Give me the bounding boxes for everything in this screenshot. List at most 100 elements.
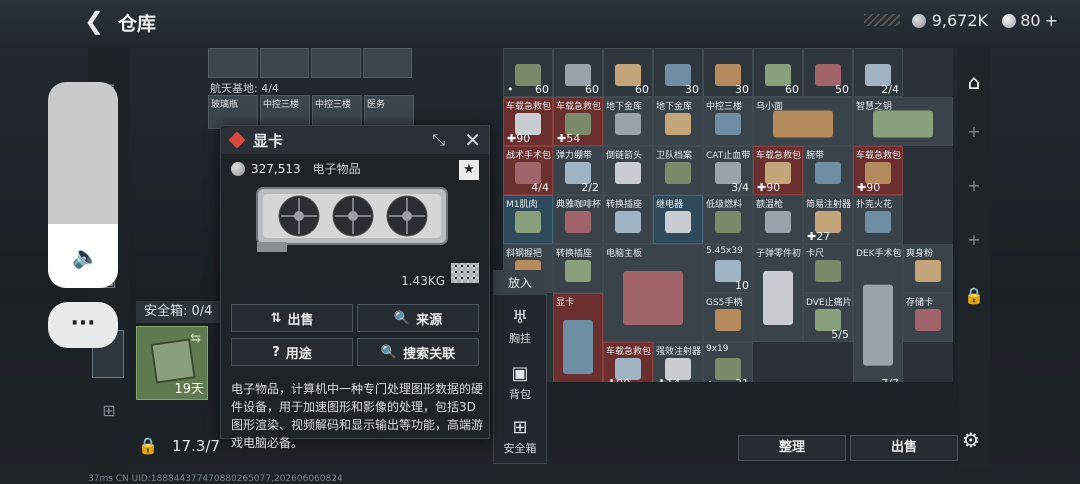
capacity-bar: 🔒 17.3/7	[130, 428, 220, 464]
inventory-item[interactable]: 倒链箭头	[603, 146, 653, 195]
inventory-item[interactable]: 扑克火花	[853, 195, 903, 244]
item-name: DVE止痛片	[806, 298, 852, 308]
volume-slider[interactable]: 🔈	[48, 82, 118, 288]
gem-display[interactable]: 80 +	[1002, 11, 1058, 30]
inventory-item[interactable]: 50	[803, 48, 853, 97]
inventory-item[interactable]: 简易注射器 ✚27	[803, 195, 853, 244]
inventory-item[interactable]: 60	[753, 48, 803, 97]
inventory-item[interactable]: 中控三楼	[703, 97, 753, 146]
item-icon	[665, 112, 691, 135]
question-icon: ?	[272, 344, 280, 360]
inventory-item[interactable]: 60	[603, 48, 653, 97]
inventory-item[interactable]: 智慧之钥	[853, 97, 953, 146]
inventory-item[interactable]: 额温枪	[753, 195, 803, 244]
item-count: 3/4	[731, 181, 749, 194]
inventory-item[interactable]: GS5手柄	[703, 293, 753, 342]
item-icon	[615, 161, 641, 184]
close-icon[interactable]: ✕	[464, 128, 481, 152]
item-name: 卫队档案	[656, 151, 693, 161]
inventory-item[interactable]: 弹力绷带 2/2	[553, 146, 603, 195]
storage-slot[interactable]: 中控三楼	[312, 95, 362, 129]
storage-slot[interactable]	[259, 48, 309, 78]
item-icon	[665, 161, 691, 184]
toolbox-icon[interactable]: ⊞	[98, 400, 120, 422]
inventory-item[interactable]: 战术手术包 4/4	[503, 146, 553, 195]
storage-slot[interactable]	[208, 48, 258, 78]
inventory-item[interactable]: 子弹零件初	[753, 244, 803, 342]
sell-item-button[interactable]: ⇅ 出售	[231, 304, 353, 332]
item-icon	[715, 308, 741, 331]
inventory-item[interactable]: 2/4	[853, 48, 903, 97]
inventory-item[interactable]: 60	[553, 48, 603, 97]
item-durability: •	[707, 377, 714, 382]
sell-button[interactable]: 出售	[850, 435, 958, 461]
source-button[interactable]: 🔍 来源	[357, 304, 479, 332]
inventory-item[interactable]: 车载急救包 ✚90	[503, 97, 553, 146]
safebox-target[interactable]: ⊞ 安全箱	[494, 417, 546, 456]
inventory-item[interactable]: 强效注射器 ✚14	[653, 342, 703, 382]
storage-slot[interactable]	[311, 48, 361, 78]
chest-rig-target[interactable]: ♅ 胸挂	[494, 307, 546, 346]
storage-slot[interactable]: 医务	[364, 95, 414, 129]
inventory-item[interactable]: 9x19 31 •	[703, 342, 753, 382]
inventory-item[interactable]: M1肌肉	[503, 195, 553, 244]
gem-plus-icon[interactable]: +	[1045, 11, 1058, 30]
storage-slot[interactable]: 玻璃瓶	[208, 95, 258, 129]
item-name: 腕带	[806, 151, 825, 161]
inventory-item[interactable]: 转换插座	[603, 195, 653, 244]
storage-slot[interactable]: 中控三楼	[260, 95, 310, 129]
inventory-item[interactable]: 5.45x39 10	[703, 244, 753, 293]
inventory-item[interactable]: 车载急救包 ✚90	[603, 342, 653, 382]
item-durability: ✚14	[657, 377, 680, 382]
inventory-item[interactable]: 车载急救包 ✚54	[553, 97, 603, 146]
inventory-item[interactable]: DVE止痛片 5/5	[803, 293, 853, 342]
inventory-item[interactable]: 60 •	[503, 48, 553, 97]
inventory-item[interactable]: 乌小面	[753, 97, 853, 146]
inventory-item[interactable]: 存储卡	[903, 293, 953, 342]
inventory-item[interactable]: DEK手术包 7/7	[853, 244, 903, 382]
item-chip-icon	[150, 338, 196, 384]
inventory-item[interactable]: 卡尺	[803, 244, 853, 293]
inventory-item[interactable]: 地下金库	[603, 97, 653, 146]
item-count: 7/7	[881, 377, 899, 382]
inventory-item[interactable]: 典雅咖啡杯	[553, 195, 603, 244]
inventory-item[interactable]: 爽身粉	[903, 244, 953, 293]
collapse-icon[interactable]: ⤡	[432, 130, 445, 150]
inventory-item[interactable]: 腕带	[803, 146, 853, 195]
search-related-button[interactable]: 🔍 搜索关联	[357, 338, 479, 366]
usage-button[interactable]: ? 用途	[231, 338, 353, 366]
inventory-item[interactable]: 30	[653, 48, 703, 97]
inventory-item[interactable]: 卫队档案	[653, 146, 703, 195]
inventory-item[interactable]: 地下金库	[653, 97, 703, 146]
add-tab-icon[interactable]: +	[964, 176, 984, 195]
warehouse-icon[interactable]: ⌂	[964, 70, 984, 94]
inventory-item[interactable]: 低级燃料	[703, 195, 753, 244]
inventory-item[interactable]: 30	[703, 48, 753, 97]
item-name: 倒链箭头	[606, 151, 643, 161]
item-count: 60	[785, 83, 799, 96]
sort-button[interactable]: 整理	[738, 435, 846, 461]
inventory-item[interactable]: 继电器	[653, 195, 703, 244]
storage-slot[interactable]	[362, 48, 412, 78]
popup-actions: ⇅ 出售 🔍 来源 ? 用途 🔍 搜索关联	[231, 304, 479, 366]
inventory-item[interactable]: 电脑主板	[603, 244, 703, 342]
status-line: 37ms CN UID:188844377470880265077,202606…	[88, 474, 343, 484]
popup-title: 显卡	[253, 131, 284, 150]
back-arrow-icon[interactable]: ❮	[84, 8, 110, 34]
inventory-item[interactable]: 转换插座	[553, 244, 603, 293]
inventory-item[interactable]: 车载急救包 ✚90	[753, 146, 803, 195]
more-button[interactable]: ···	[48, 302, 118, 348]
safebox-item[interactable]: ⇆ 19天	[136, 326, 208, 400]
add-tab-icon[interactable]: +	[964, 230, 984, 249]
lock-tab-icon[interactable]: 🔒	[964, 286, 984, 305]
backpack-target[interactable]: ▣ 背包	[494, 363, 546, 402]
speaker-icon[interactable]: 🔈	[72, 245, 99, 270]
inventory-item[interactable]: 显卡	[553, 293, 603, 382]
item-count: 10	[735, 279, 749, 292]
add-tab-icon[interactable]: +	[964, 122, 984, 141]
favorite-star-icon[interactable]: ★	[459, 160, 479, 180]
inventory-item[interactable]: CAT止血带 3/4	[703, 146, 753, 195]
inventory-item[interactable]: 车载急救包 ✚90	[853, 146, 903, 195]
gear-icon[interactable]: ⚙	[962, 428, 980, 452]
item-name: 智慧之钥	[856, 102, 893, 112]
